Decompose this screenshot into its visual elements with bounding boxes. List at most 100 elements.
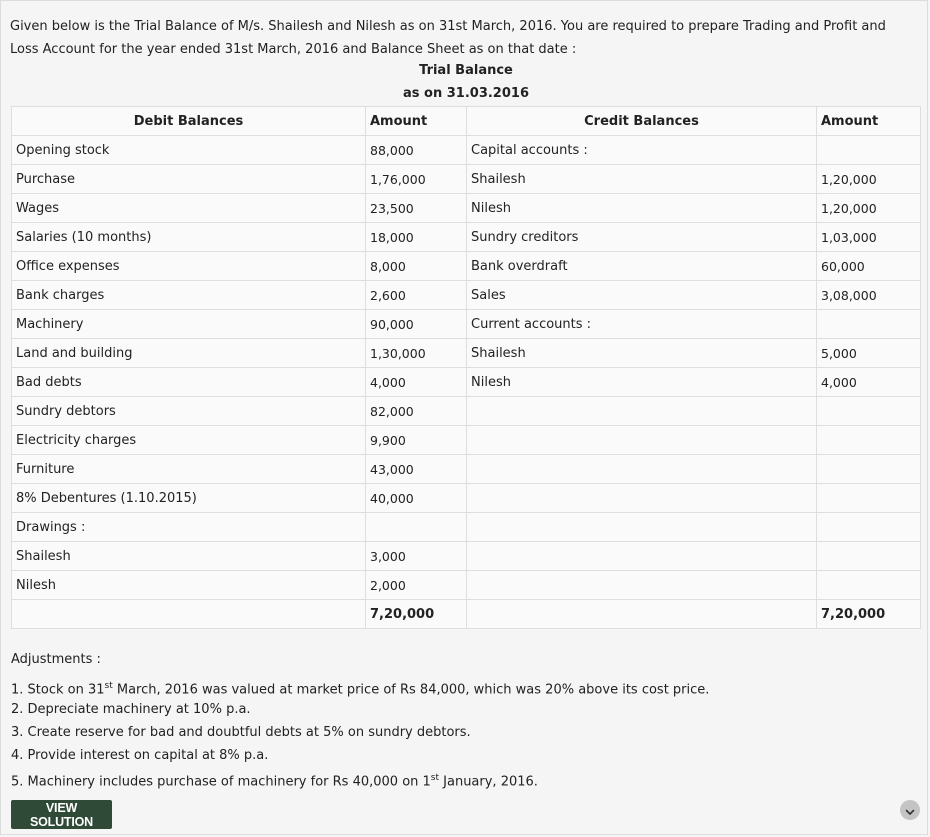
total-debit-amount: 7,20,000 bbox=[365, 599, 467, 629]
table-header-row: Debit Balances Amount Credit Balances Am… bbox=[11, 106, 921, 136]
table-total-row: 7,20,000 7,20,000 bbox=[11, 599, 921, 629]
credit-amount-cell bbox=[816, 396, 921, 426]
adjustment-text: 4. Provide interest on capital at 8% p.a… bbox=[11, 748, 269, 763]
credit-cell: Bank overdraft bbox=[466, 251, 817, 281]
debit-cell: Bad debts bbox=[11, 367, 366, 397]
debit-cell: Furniture bbox=[11, 454, 366, 484]
credit-cell: Sundry creditors bbox=[466, 222, 817, 252]
credit-amount-cell: 5,000 bbox=[816, 338, 921, 368]
debit-cell: Shailesh bbox=[11, 541, 366, 571]
trial-balance-table: Debit Balances Amount Credit Balances Am… bbox=[11, 106, 921, 629]
credit-amount-cell: 1,20,000 bbox=[816, 193, 921, 223]
adjustments: Adjustments : 1. Stock on 31st March, 20… bbox=[11, 650, 911, 790]
adjustments-heading: Adjustments : bbox=[11, 652, 101, 667]
debit-cell: Nilesh bbox=[11, 570, 366, 600]
table-row: Land and building 1,30,000 Shailesh 5,000 bbox=[11, 338, 921, 368]
credit-cell bbox=[466, 483, 817, 513]
header-debit: Debit Balances bbox=[11, 106, 366, 136]
view-solution-button[interactable]: VIEW SOLUTION bbox=[11, 800, 112, 829]
debit-amount-cell: 2,600 bbox=[365, 280, 467, 310]
debit-amount-cell: 90,000 bbox=[365, 309, 467, 339]
table-row: Electricity charges 9,900 bbox=[11, 425, 921, 455]
debit-amount-cell: 1,76,000 bbox=[365, 164, 467, 194]
adjustment-item: 5. Machinery includes purchase of machin… bbox=[11, 767, 911, 790]
debit-cell: Electricity charges bbox=[11, 425, 366, 455]
credit-amount-cell: 60,000 bbox=[816, 251, 921, 281]
adjustment-text: 2. Depreciate machinery at 10% p.a. bbox=[11, 702, 251, 717]
table-body: Opening stock 88,000 Capital accounts : Pur… bbox=[11, 135, 921, 600]
debit-amount-cell: 2,000 bbox=[365, 570, 467, 600]
debit-cell: Opening stock bbox=[11, 135, 366, 165]
adjustment-item: 2. Depreciate machinery at 10% p.a. bbox=[11, 698, 911, 721]
credit-cell bbox=[466, 454, 817, 484]
table-row: Purchase 1,76,000 Shailesh 1,20,000 bbox=[11, 164, 921, 194]
debit-amount-cell: 43,000 bbox=[365, 454, 467, 484]
debit-amount-cell: 8,000 bbox=[365, 251, 467, 281]
adjustment-item: 3. Create reserve for bad and doubtful d… bbox=[11, 721, 911, 744]
adjustment-text: January, 2016. bbox=[439, 774, 538, 790]
credit-amount-cell bbox=[816, 454, 921, 484]
credit-amount-cell bbox=[816, 483, 921, 513]
adjustments-list: 1. Stock on 31st March, 2016 was valued … bbox=[11, 675, 911, 790]
credit-cell: Shailesh bbox=[466, 338, 817, 368]
adjustment-item: 4. Provide interest on capital at 8% p.a… bbox=[11, 744, 911, 767]
header-credit: Credit Balances bbox=[466, 106, 817, 136]
credit-cell: Nilesh bbox=[466, 367, 817, 397]
ordinal-suffix: st bbox=[104, 681, 113, 691]
debit-cell: Machinery bbox=[11, 309, 366, 339]
table-subtitle: as on 31.03.2016 bbox=[403, 86, 529, 101]
credit-amount-cell bbox=[816, 512, 921, 542]
debit-cell: Land and building bbox=[11, 338, 366, 368]
credit-amount-cell: 4,000 bbox=[816, 367, 921, 397]
adjustment-text: March, 2016 was valued at market price o… bbox=[112, 682, 710, 698]
credit-amount-cell: 3,08,000 bbox=[816, 280, 921, 310]
debit-amount-cell: 40,000 bbox=[365, 483, 467, 513]
credit-cell bbox=[466, 512, 817, 542]
credit-amount-cell: 1,20,000 bbox=[816, 164, 921, 194]
table-row: Opening stock 88,000 Capital accounts : bbox=[11, 135, 921, 165]
table-row: Shailesh 3,000 bbox=[11, 541, 921, 571]
header-credit-amount: Amount bbox=[816, 106, 921, 136]
debit-amount-cell bbox=[365, 512, 467, 542]
credit-amount-cell bbox=[816, 425, 921, 455]
table-row: 8% Debentures (1.10.2015) 40,000 bbox=[11, 483, 921, 513]
debit-cell: Office expenses bbox=[11, 251, 366, 281]
credit-cell: Sales bbox=[466, 280, 817, 310]
table-row: Bad debts 4,000 Nilesh 4,000 bbox=[11, 367, 921, 397]
credit-amount-cell bbox=[816, 570, 921, 600]
credit-cell bbox=[466, 541, 817, 571]
credit-amount-cell: 1,03,000 bbox=[816, 222, 921, 252]
adjustment-text: 5. Machinery includes purchase of machin… bbox=[11, 774, 431, 790]
expand-toggle[interactable] bbox=[900, 800, 920, 820]
question-card: Given below is the Trial Balance of M/s.… bbox=[0, 0, 928, 835]
debit-amount-cell: 82,000 bbox=[365, 396, 467, 426]
table-row: Bank charges 2,600 Sales 3,08,000 bbox=[11, 280, 921, 310]
table-row: Sundry debtors 82,000 bbox=[11, 396, 921, 426]
credit-amount-cell bbox=[816, 135, 921, 165]
question-intro: Given below is the Trial Balance of M/s.… bbox=[10, 19, 886, 57]
adjustment-text: 3. Create reserve for bad and doubtful d… bbox=[11, 725, 471, 740]
header-debit-amount: Amount bbox=[365, 106, 467, 136]
table-row: Furniture 43,000 bbox=[11, 454, 921, 484]
credit-cell: Capital accounts : bbox=[466, 135, 817, 165]
debit-amount-cell: 18,000 bbox=[365, 222, 467, 252]
credit-amount-cell bbox=[816, 541, 921, 571]
credit-amount-cell bbox=[816, 309, 921, 339]
credit-cell: Shailesh bbox=[466, 164, 817, 194]
table-row: Drawings : bbox=[11, 512, 921, 542]
debit-amount-cell: 4,000 bbox=[365, 367, 467, 397]
table-row: Wages 23,500 Nilesh 1,20,000 bbox=[11, 193, 921, 223]
adjustment-text: 1. Stock on 31 bbox=[11, 682, 105, 698]
debit-cell: Drawings : bbox=[11, 512, 366, 542]
table-row: Salaries (10 months) 18,000 Sundry credito… bbox=[11, 222, 921, 252]
adjustment-item: 1. Stock on 31st March, 2016 was valued … bbox=[11, 675, 911, 698]
table-row: Nilesh 2,000 bbox=[11, 570, 921, 600]
credit-cell: Nilesh bbox=[466, 193, 817, 223]
table-row: Machinery 90,000 Current accounts : bbox=[11, 309, 921, 339]
total-label-cell bbox=[11, 599, 366, 629]
debit-cell: 8% Debentures (1.10.2015) bbox=[11, 483, 366, 513]
table-title: Trial Balance bbox=[419, 63, 513, 78]
debit-amount-cell: 88,000 bbox=[365, 135, 467, 165]
debit-amount-cell: 23,500 bbox=[365, 193, 467, 223]
total-credit-amount: 7,20,000 bbox=[816, 599, 921, 629]
